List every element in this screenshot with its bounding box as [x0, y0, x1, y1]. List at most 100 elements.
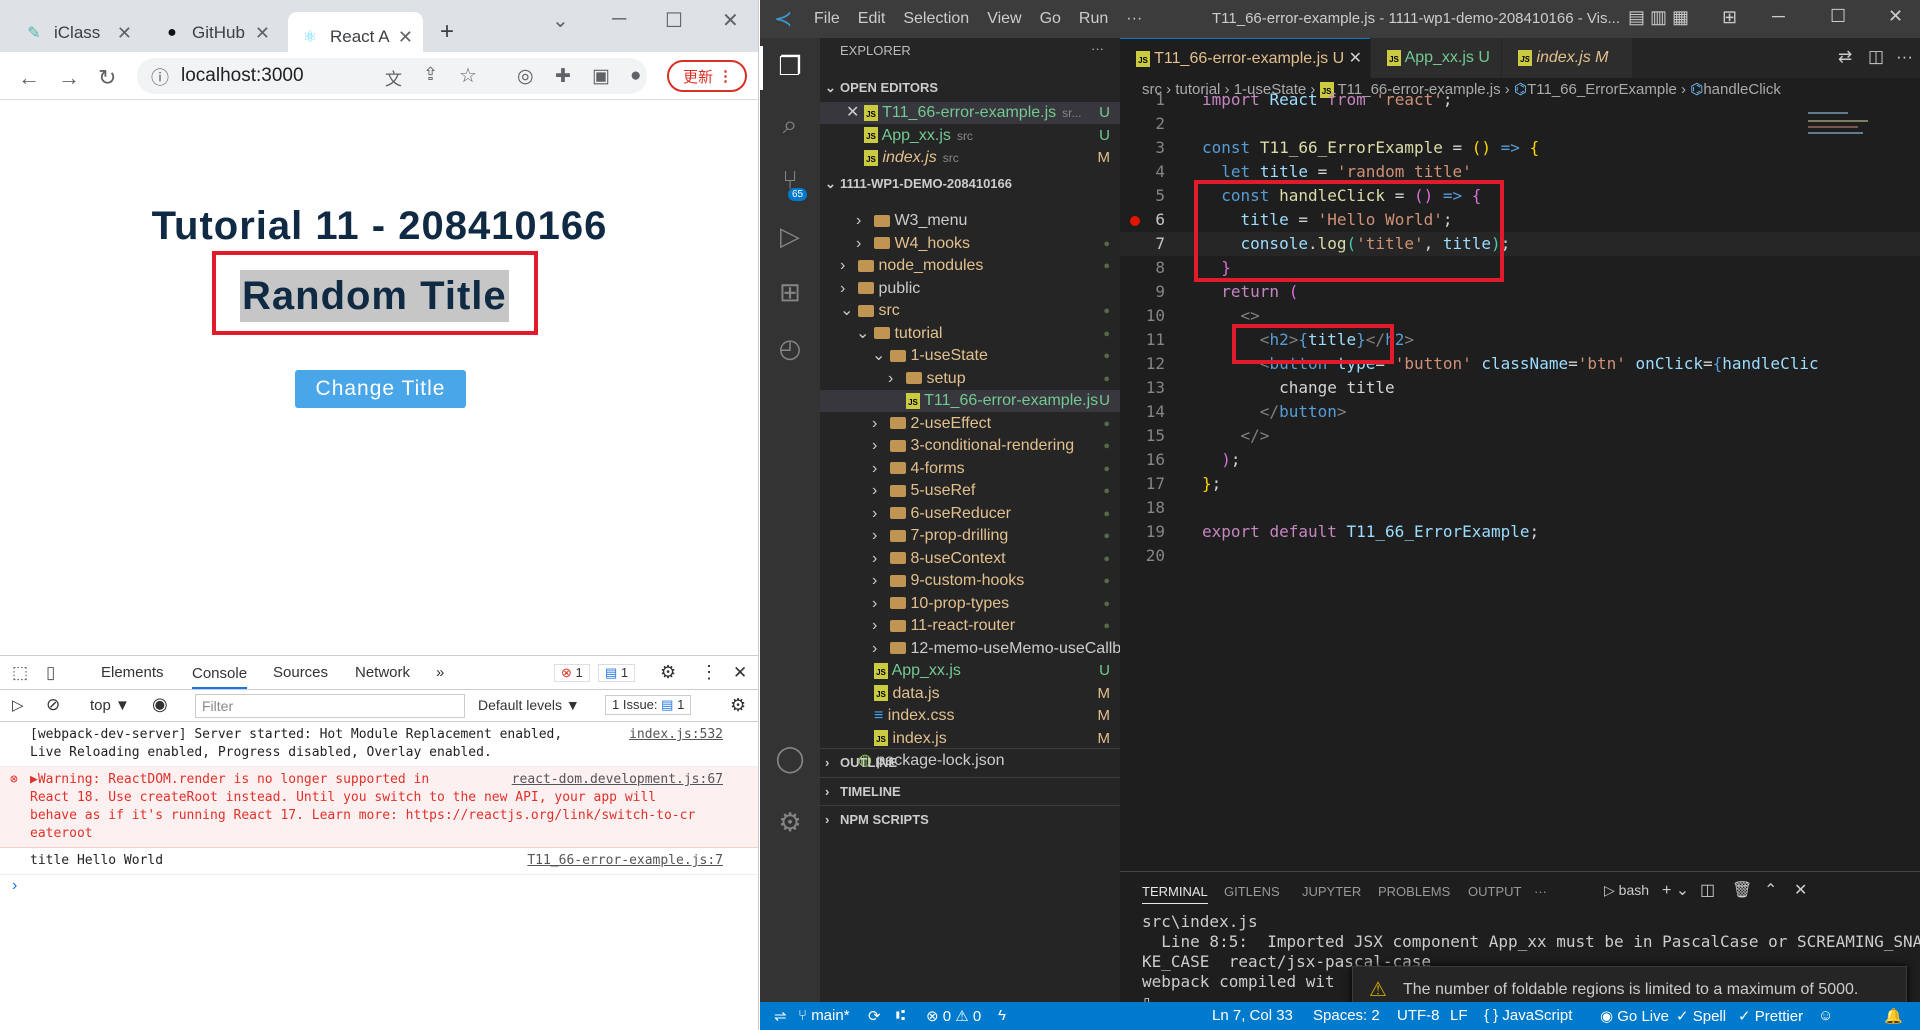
tree-item[interactable]: › 3-conditional-rendering ● [820, 435, 1120, 457]
spell-status[interactable]: ✓ Spell [1676, 1007, 1726, 1025]
npm-scripts-header[interactable]: › NPM SCRIPTS [820, 805, 1120, 833]
layout-icon[interactable]: ▤ ▥ ▦ [1628, 7, 1689, 28]
reload-icon[interactable]: ↻ [98, 65, 116, 91]
search-icon[interactable]: ⌕ [770, 104, 810, 144]
close-window-icon[interactable]: ✕ [722, 8, 739, 33]
tab-terminal[interactable]: TERMINAL [1142, 884, 1208, 904]
tree-item[interactable]: › W3_menu [820, 210, 1120, 232]
tree-item[interactable]: ⌄ src ● [820, 300, 1120, 322]
tab-console[interactable]: Console [192, 665, 248, 689]
extension-icon[interactable]: ◎ [517, 65, 534, 88]
tree-item[interactable]: › node_modules ● [820, 255, 1120, 277]
tab-output[interactable]: OUTPUT [1468, 884, 1521, 899]
remote-icon[interactable]: ⇌ [774, 1007, 787, 1025]
trash-icon[interactable]: 🗑 [1732, 880, 1752, 900]
side-panel-icon[interactable]: ▣ [592, 65, 610, 88]
tab-network[interactable]: Network [355, 664, 410, 681]
lightning-icon[interactable]: ϟ [998, 1007, 1006, 1024]
menu-view[interactable]: View [987, 10, 1021, 28]
eye-icon[interactable]: ◉ [152, 694, 168, 715]
more-tabs-icon[interactable]: » [436, 664, 444, 681]
puzzle-icon[interactable]: ✚ [555, 65, 571, 88]
share-icon[interactable]: ⇪ [423, 64, 438, 85]
more-actions-icon[interactable]: ··· [1091, 38, 1104, 60]
split-editor-icon[interactable]: ◫ [1868, 47, 1884, 67]
profile-icon[interactable]: ● [630, 65, 641, 87]
info-icon[interactable]: ⓘ [151, 64, 169, 90]
sync-icon[interactable]: ⟳ [868, 1007, 881, 1025]
console-prompt[interactable]: › [0, 875, 758, 897]
menu-selection[interactable]: Selection [903, 10, 969, 28]
tab-gitlens[interactable]: GITLENS [1224, 884, 1280, 899]
editor-tab-app[interactable]: JS App_xx.js U [1371, 38, 1501, 78]
tab-github[interactable]: ● GitHub ✕ [150, 12, 280, 54]
language-mode[interactable]: { } JavaScript [1484, 1007, 1572, 1024]
problems-indicator[interactable]: ⊗ 0 ⚠ 0 [926, 1007, 981, 1025]
change-title-button[interactable]: Change Title [295, 370, 466, 408]
menu-run[interactable]: Run [1079, 10, 1108, 28]
open-editor-item[interactable]: ✕ JS T11_66-error-example.js sr... U [820, 102, 1120, 124]
tree-item[interactable]: JS App_xx.js U [820, 660, 1120, 682]
close-icon[interactable]: ✕ [255, 23, 270, 44]
close-panel-icon[interactable]: ✕ [1794, 880, 1807, 900]
maximize-icon[interactable]: ☐ [1830, 6, 1846, 27]
editor-tab-index[interactable]: JS index.js M [1502, 38, 1632, 78]
close-window-icon[interactable]: ✕ [1888, 6, 1903, 27]
tree-item[interactable]: › 9-custom-hooks ● [820, 570, 1120, 592]
tab-problems[interactable]: PROBLEMS [1378, 884, 1450, 899]
context-select[interactable]: top ▼ [90, 697, 130, 714]
tree-item[interactable]: › 8-useContext ● [820, 548, 1120, 570]
split-terminal-icon[interactable]: ◫ [1700, 880, 1715, 900]
tree-item[interactable]: ⌄ tutorial ● [820, 323, 1120, 345]
bookmark-star-icon[interactable]: ☆ [459, 63, 477, 88]
tree-item[interactable]: › 12-memo-useMemo-useCallb... [820, 638, 1135, 660]
settings-icon[interactable]: ⚙ [660, 662, 676, 683]
code-editor[interactable]: 1 import React from 'react'; 2 3 const T11… [1120, 88, 1920, 588]
minimize-icon[interactable]: ─ [1772, 6, 1785, 27]
tab-jupyter[interactable]: JUPYTER [1302, 884, 1361, 899]
bell-icon[interactable]: 🔔 [1884, 1007, 1903, 1025]
outline-header[interactable]: › OUTLINE [820, 749, 1120, 777]
compare-icon[interactable]: ⇄ [1838, 47, 1852, 67]
run-debug-icon[interactable]: ▷ [770, 216, 810, 256]
menu-go[interactable]: Go [1040, 10, 1061, 28]
error-count-badge[interactable]: ⊗ 1 [554, 663, 590, 682]
log-levels-select[interactable]: Default levels ▼ [478, 697, 580, 713]
editor-tab-t11[interactable]: JS T11_66-error-example.js U ✕ [1120, 38, 1370, 78]
project-header[interactable]: ⌄ 1111-WP1-DEMO-208410166 [820, 170, 1120, 198]
more-actions-icon[interactable]: ··· [1896, 47, 1913, 67]
tree-item[interactable]: JS T11_66-error-example.js U [820, 390, 1120, 412]
forward-icon[interactable]: → [58, 65, 80, 91]
menu-edit[interactable]: Edit [858, 10, 886, 28]
branch-indicator[interactable]: ⑂ main* [798, 1007, 850, 1024]
extensions-icon[interactable]: ⊞ [770, 272, 810, 312]
tab-sources[interactable]: Sources [273, 664, 328, 681]
close-icon[interactable]: ✕ [846, 102, 859, 124]
go-live-button[interactable]: ◉ Go Live [1600, 1007, 1669, 1025]
menu-file[interactable]: File [814, 10, 840, 28]
more-vert-icon[interactable]: ⋮ [700, 662, 718, 683]
accounts-icon[interactable]: ◯ [770, 738, 810, 778]
tree-item[interactable]: ≡ index.css M [820, 705, 1120, 727]
back-icon[interactable]: ← [18, 65, 40, 91]
manage-gear-icon[interactable]: ⚙ [770, 802, 810, 842]
tree-item[interactable]: JS data.js M [820, 683, 1120, 705]
open-editors-header[interactable]: ⌄ OPEN EDITORS [820, 74, 1120, 102]
feedback-icon[interactable]: ☺ [1818, 1007, 1833, 1024]
message-count-badge[interactable]: ▤ 1 [598, 663, 636, 682]
tree-item[interactable]: JS index.js M [820, 728, 1120, 750]
git-graph-icon[interactable]: ◴ [770, 328, 810, 368]
issues-button[interactable]: 1 Issue: ▤ 1 [605, 695, 692, 715]
more-tabs-icon[interactable]: ··· [1534, 884, 1547, 899]
translate-icon[interactable]: 文 [385, 65, 402, 90]
terminal-shell-selector[interactable]: ▷ bash [1604, 882, 1649, 899]
close-icon[interactable]: ✕ [1349, 50, 1362, 67]
maximize-panel-icon[interactable]: ⌃ [1764, 880, 1777, 900]
git-graph-status-icon[interactable]: ⑆ [896, 1007, 905, 1024]
close-devtools-icon[interactable]: ✕ [733, 663, 747, 683]
chevron-down-icon[interactable]: ⌄ [552, 8, 569, 33]
minimap[interactable] [1808, 106, 1888, 186]
console-source-link[interactable]: index.js:532 [629, 726, 723, 744]
console-settings-icon[interactable]: ⚙ [730, 695, 746, 716]
console-source-link[interactable]: T11_66-error-example.js:7 [527, 852, 723, 870]
